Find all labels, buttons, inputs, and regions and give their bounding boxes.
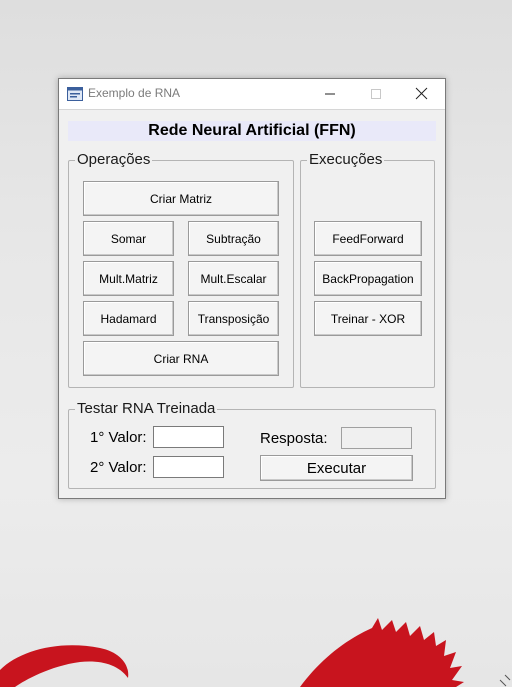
window-title: Exemplo de RNA [88,86,181,100]
wallpaper-red-shape-right [300,618,464,687]
title-bar[interactable]: Exemplo de RNA [59,79,445,109]
testar-legend: Testar RNA Treinada [75,400,218,418]
close-icon[interactable] [399,79,445,109]
titlebar-divider [59,109,445,110]
valor1-label: 1° Valor: [90,429,147,446]
testar-group: Testar RNA Treinada 1° Valor: 2° Valor: … [68,400,436,489]
mult-matriz-button[interactable]: Mult.Matriz [83,261,174,296]
resposta-output [341,427,412,449]
criar-matriz-button[interactable]: Criar Matriz [83,181,279,216]
operacoes-legend: Operações [75,151,153,169]
page-heading: Rede Neural Artificial (FFN) [68,121,436,141]
minimize-icon[interactable] [307,79,353,109]
mult-escalar-button[interactable]: Mult.Escalar [188,261,279,296]
maximize-icon[interactable] [353,79,399,109]
subtracao-button[interactable]: Subtração [188,221,279,256]
operacoes-group: Operações Criar Matriz Somar Subtração M… [68,151,294,388]
resposta-label: Resposta: [260,430,328,447]
valor1-input[interactable] [153,426,224,448]
execucoes-legend: Execuções [307,151,385,169]
valor2-input[interactable] [153,456,224,478]
treinar-xor-button[interactable]: Treinar - XOR [314,301,422,336]
executar-button[interactable]: Executar [260,455,413,481]
criar-rna-button[interactable]: Criar RNA [83,341,279,376]
feedforward-button[interactable]: FeedForward [314,221,422,256]
app-form-icon [67,87,83,101]
app-window: Exemplo de RNA Rede Neural Artificial (F… [58,78,446,499]
execucoes-group: Execuções FeedForward BackPropagation Tr… [300,151,435,388]
wallpaper-red-shape-left [0,645,129,687]
cursor-mark [499,674,511,687]
valor2-label: 2° Valor: [90,459,147,476]
backpropagation-button[interactable]: BackPropagation [314,261,422,296]
hadamard-button[interactable]: Hadamard [83,301,174,336]
somar-button[interactable]: Somar [83,221,174,256]
transposicao-button[interactable]: Transposição [188,301,279,336]
